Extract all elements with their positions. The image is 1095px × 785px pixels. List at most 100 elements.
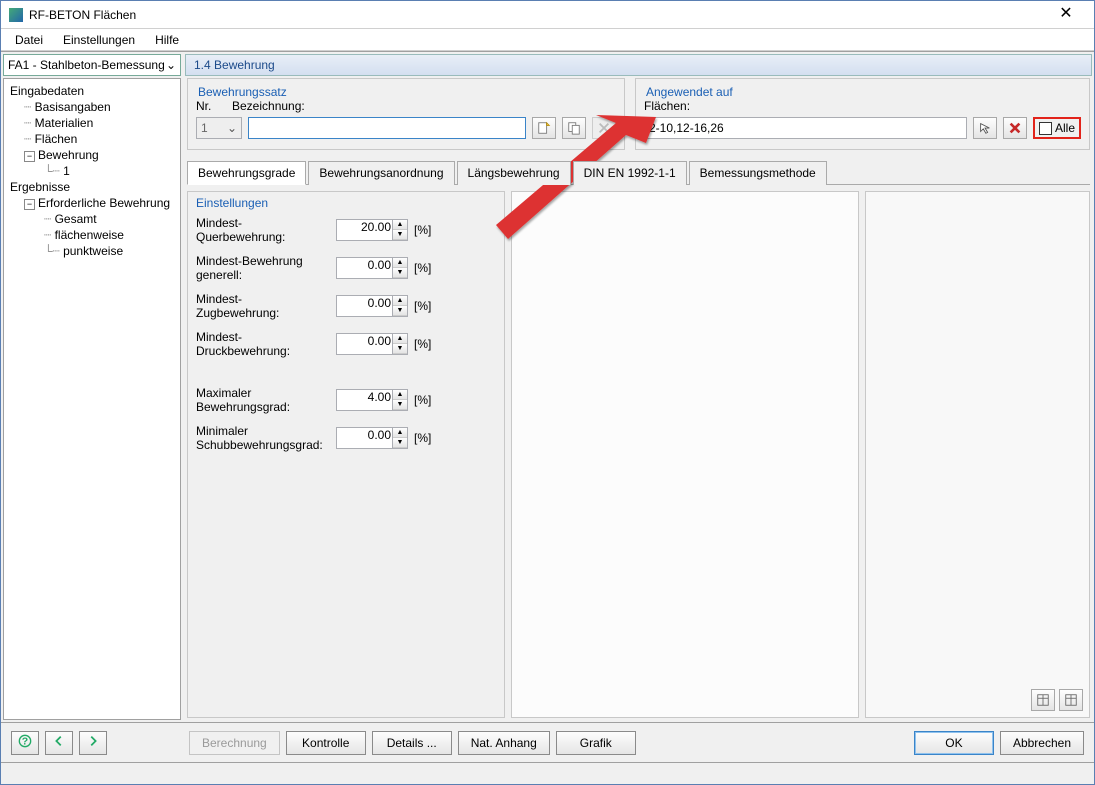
menu-datei[interactable]: Datei (7, 31, 51, 49)
sidebar: FA1 - Stahlbeton-Bemessung ⌄ Eingabedate… (3, 54, 181, 720)
abbrechen-button[interactable]: Abbrechen (1000, 731, 1084, 755)
grafik-button[interactable]: Grafik (556, 731, 636, 755)
menu-hilfe[interactable]: Hilfe (147, 31, 187, 49)
preview-panel (511, 191, 859, 718)
alle-checkbox[interactable] (1039, 122, 1052, 135)
chevron-right-icon (86, 734, 100, 748)
info-panel (865, 191, 1090, 718)
spin-up-icon[interactable]: ▲ (393, 258, 407, 268)
unit-label: [%] (414, 261, 431, 275)
chevron-down-icon: ⌄ (166, 58, 176, 72)
unit-label: [%] (414, 223, 431, 237)
tree-flaechenweise[interactable]: ┈ flächenweise (6, 227, 178, 243)
tree-punktweise[interactable]: └┈ punktweise (6, 243, 178, 259)
ok-button[interactable]: OK (914, 731, 994, 755)
tree-materialien[interactable]: ┈ Materialien (6, 115, 178, 131)
spin-up-icon[interactable]: ▲ (393, 390, 407, 400)
collapse-icon[interactable]: − (24, 199, 35, 210)
tab-bemessungsmethode[interactable]: Bemessungsmethode (689, 161, 827, 185)
spinner[interactable]: ▲▼ (392, 220, 407, 240)
pick-flaechen-button[interactable] (973, 117, 997, 139)
unit-label: [%] (414, 337, 431, 351)
spin-down-icon[interactable]: ▼ (393, 344, 407, 354)
unit-label: [%] (414, 431, 431, 445)
setting-row: MinimalerSchubbewehrungsgrad:0.00▲▼ [%] (196, 424, 496, 452)
pick-icon (978, 121, 992, 135)
bottom-bar: ? Berechnung Kontrolle Details ... Nat. … (1, 722, 1094, 762)
nr-label: Nr. (196, 99, 226, 113)
spin-up-icon[interactable]: ▲ (393, 334, 407, 344)
tree-erf-bewehrung[interactable]: −Erforderliche Bewehrung (6, 195, 178, 211)
copy-icon (567, 121, 581, 135)
unit-label: [%] (414, 393, 431, 407)
alle-label: Alle (1055, 121, 1075, 135)
spinner[interactable]: ▲▼ (392, 258, 407, 278)
numeric-input[interactable]: 0.00▲▼ (336, 257, 408, 279)
info-button-1[interactable] (1031, 689, 1055, 711)
spin-down-icon[interactable]: ▼ (393, 400, 407, 410)
top-panels: Bewehrungssatz Nr. Bezeichnung: 1 ⌄ (185, 76, 1092, 156)
spinner[interactable]: ▲▼ (392, 428, 407, 448)
setting-row: MaximalerBewehrungsgrad:4.00▲▼[%] (196, 386, 496, 414)
flaechen-label: Flächen: (644, 99, 1081, 113)
spin-up-icon[interactable]: ▲ (393, 220, 407, 230)
main-area: FA1 - Stahlbeton-Bemessung ⌄ Eingabedate… (1, 51, 1094, 722)
chevron-left-icon (52, 734, 66, 748)
spin-up-icon[interactable]: ▲ (393, 296, 407, 306)
spin-up-icon[interactable]: ▲ (393, 428, 407, 438)
nr-dropdown[interactable]: 1 ⌄ (196, 117, 242, 139)
chevron-down-icon: ⌄ (227, 121, 237, 135)
numeric-input[interactable]: 0.00▲▼ (336, 333, 408, 355)
settings-legend: Einstellungen (196, 194, 496, 216)
tree-basisangaben[interactable]: ┈ Basisangaben (6, 99, 178, 115)
bezeichnung-input[interactable] (248, 117, 526, 139)
group-angewendet: Angewendet auf Flächen: Alle (635, 78, 1090, 150)
next-button[interactable] (79, 731, 107, 755)
numeric-input[interactable]: 0.00▲▼ (336, 295, 408, 317)
kontrolle-button[interactable]: Kontrolle (286, 731, 366, 755)
numeric-input[interactable]: 20.00▲▼ (336, 219, 408, 241)
delete-set-button (592, 117, 616, 139)
details-button[interactable]: Details ... (372, 731, 452, 755)
numeric-input[interactable]: 4.00▲▼ (336, 389, 408, 411)
menu-einstellungen[interactable]: Einstellungen (55, 31, 143, 49)
tab-laengsbewehrung[interactable]: Längsbewehrung (457, 161, 571, 185)
close-button[interactable]: ✕ (1046, 3, 1086, 27)
spinner[interactable]: ▲▼ (392, 390, 407, 410)
spin-down-icon[interactable]: ▼ (393, 230, 407, 240)
setting-label: MinimalerSchubbewehrungsgrad: (196, 424, 336, 452)
tree-ergebnisse[interactable]: Ergebnisse (6, 179, 178, 195)
flaechen-input[interactable] (644, 117, 967, 139)
tab-bewehrungsanordnung[interactable]: Bewehrungsanordnung (308, 161, 454, 185)
copy-set-button[interactable] (562, 117, 586, 139)
menu-bar: Datei Einstellungen Hilfe (1, 29, 1094, 51)
nat-anhang-button[interactable]: Nat. Anhang (458, 731, 550, 755)
collapse-icon[interactable]: − (24, 151, 35, 162)
tree-bewehrung-1[interactable]: └┈ 1 (6, 163, 178, 179)
spin-down-icon[interactable]: ▼ (393, 438, 407, 448)
setting-row: Mindest-Bewehrunggenerell:0.00▲▼[%] (196, 254, 496, 282)
berechnung-button: Berechnung (189, 731, 280, 755)
tab-bewehrungsgrade[interactable]: Bewehrungsgrade (187, 161, 306, 185)
tab-din-en-1992[interactable]: DIN EN 1992-1-1 (573, 161, 687, 185)
load-case-combo[interactable]: FA1 - Stahlbeton-Bemessung ⌄ (3, 54, 181, 76)
spinner[interactable]: ▲▼ (392, 296, 407, 316)
tree-bewehrung[interactable]: −Bewehrung (6, 147, 178, 163)
new-set-button[interactable] (532, 117, 556, 139)
spin-down-icon[interactable]: ▼ (393, 306, 407, 316)
spinner[interactable]: ▲▼ (392, 334, 407, 354)
group-bewehrungssatz: Bewehrungssatz Nr. Bezeichnung: 1 ⌄ (187, 78, 625, 150)
prev-button[interactable] (45, 731, 73, 755)
setting-label: Mindest-Querbewehrung: (196, 216, 336, 244)
spin-down-icon[interactable]: ▼ (393, 268, 407, 278)
clear-flaechen-button[interactable] (1003, 117, 1027, 139)
section-title: 1.4 Bewehrung (185, 54, 1092, 76)
info-button-2[interactable] (1059, 689, 1083, 711)
title-bar: RF-BETON Flächen ✕ (1, 1, 1094, 29)
help-button[interactable]: ? (11, 731, 39, 755)
numeric-input[interactable]: 0.00▲▼ (336, 427, 408, 449)
tree-flaechen[interactable]: ┈ Flächen (6, 131, 178, 147)
alle-highlight-box: Alle (1033, 117, 1081, 139)
tree-gesamt[interactable]: ┈ Gesamt (6, 211, 178, 227)
tree-eingabedaten[interactable]: Eingabedaten (6, 83, 178, 99)
